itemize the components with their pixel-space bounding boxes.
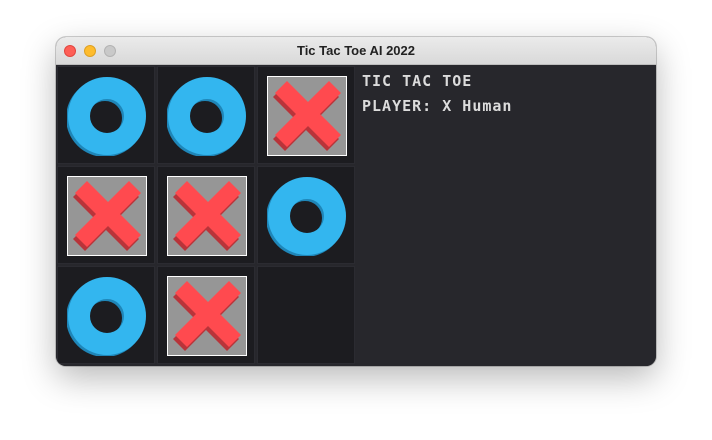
o-piece-icon <box>67 77 146 156</box>
board-cell-1-2[interactable] <box>157 66 255 164</box>
app-window: Tic Tac Toe AI 2022 TIC TAC TOE PLAYER: <box>56 37 656 366</box>
o-piece-icon <box>167 77 246 156</box>
x-piece-icon <box>167 276 247 356</box>
game-board <box>56 65 356 366</box>
window-title: Tic Tac Toe AI 2022 <box>296 43 415 58</box>
board-cell-2-3[interactable] <box>257 166 355 264</box>
x-piece-icon <box>67 176 147 256</box>
board-cell-2-2[interactable] <box>157 166 255 264</box>
x-piece-icon <box>267 76 347 156</box>
board-cell-1-1[interactable] <box>57 66 155 164</box>
x-piece-icon <box>167 176 247 256</box>
board-cell-1-3[interactable] <box>257 66 355 164</box>
info-panel: TIC TAC TOE PLAYER: X Human <box>362 71 512 121</box>
board-cell-3-3[interactable] <box>257 266 355 364</box>
player-status: PLAYER: X Human <box>362 97 513 115</box>
title-bar: Tic Tac Toe AI 2022 <box>56 37 656 65</box>
game-area: TIC TAC TOE PLAYER: X Human <box>56 65 656 366</box>
o-piece-icon <box>67 277 146 356</box>
o-piece-icon <box>267 177 346 256</box>
board-cell-3-1[interactable] <box>57 266 155 364</box>
board-cell-3-2[interactable] <box>157 266 255 364</box>
game-heading: TIC TAC TOE <box>362 72 473 90</box>
board-cell-2-1[interactable] <box>57 166 155 264</box>
